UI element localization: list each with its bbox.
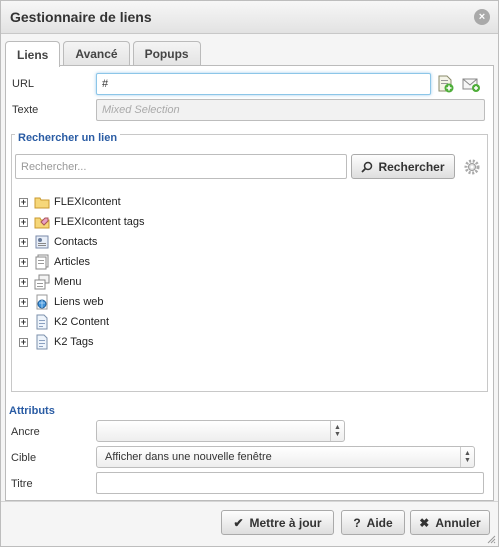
help-button[interactable]: ? Aide — [341, 510, 405, 535]
weblinks-icon — [36, 294, 48, 310]
expand-icon[interactable]: + — [19, 257, 28, 267]
email-link-icon[interactable] — [462, 75, 480, 93]
tree-item-label: FLEXIcontent tags — [54, 216, 145, 228]
tree-item-flexicontent-tags[interactable]: + FLEXIcontent tags — [19, 212, 145, 232]
url-label: URL — [12, 78, 35, 90]
tree-item-weblinks[interactable]: + Liens web — [19, 292, 145, 312]
tab-links[interactable]: Liens — [5, 41, 61, 67]
title-bar[interactable]: Gestionnaire de liens — [1, 1, 498, 34]
update-button[interactable]: ✔ Mettre à jour — [221, 510, 334, 535]
title-label: Titre — [11, 478, 33, 490]
help-button-label: Aide — [366, 515, 393, 530]
tree-item-label: Liens web — [54, 296, 104, 308]
tree-item-label: K2 Tags — [54, 336, 94, 348]
contacts-icon — [35, 235, 49, 249]
cancel-button[interactable]: ✖ Annuler — [410, 510, 490, 535]
tree-item-label: K2 Content — [54, 316, 110, 328]
link-manager-dialog: Gestionnaire de liens × Liens Avancé Pop… — [0, 0, 499, 547]
tree-item-articles[interactable]: + Articles — [19, 252, 145, 272]
gear-icon[interactable] — [463, 158, 481, 176]
browse-file-icon[interactable] — [436, 75, 454, 93]
select-arrows-icon: ▲ ▼ — [330, 421, 344, 441]
search-placeholder: Rechercher... — [21, 160, 87, 173]
select-arrows-icon: ▲ ▼ — [460, 447, 474, 467]
document-icon — [36, 314, 48, 330]
text-placeholder: Mixed Selection — [102, 104, 180, 116]
resize-grip-icon[interactable] — [486, 534, 496, 544]
dialog-title: Gestionnaire de liens — [10, 9, 152, 25]
tab-advanced[interactable]: Avancé — [63, 41, 130, 65]
tree-item-contacts[interactable]: + Contacts — [19, 232, 145, 252]
tree-item-label: Articles — [54, 256, 91, 268]
url-input[interactable]: # — [96, 73, 431, 95]
tree-item-label: FLEXIcontent — [54, 196, 121, 208]
expand-icon[interactable]: + — [19, 217, 28, 227]
expand-icon[interactable]: + — [19, 317, 28, 327]
tab-bar: Liens Avancé Popups — [5, 41, 204, 67]
search-input[interactable]: Rechercher... — [15, 154, 347, 179]
expand-icon[interactable]: + — [19, 197, 28, 207]
question-icon: ? — [353, 515, 361, 530]
link-tree: + FLEXIcontent + FLEXIcontent tags + Con… — [19, 192, 145, 352]
tree-item-flexicontent[interactable]: + FLEXIcontent — [19, 192, 145, 212]
footer-divider — [1, 501, 498, 502]
anchor-select[interactable]: ▲ ▼ — [96, 420, 345, 442]
search-button[interactable]: Rechercher — [351, 154, 455, 179]
target-label: Cible — [11, 452, 37, 464]
tree-item-label: Menu — [54, 276, 82, 288]
tag-folder-icon — [34, 217, 50, 229]
search-legend: Rechercher un lien — [15, 132, 121, 144]
tree-item-k2-tags[interactable]: + K2 Tags — [19, 332, 145, 352]
expand-icon[interactable]: + — [19, 297, 28, 307]
tree-item-label: Contacts — [54, 236, 98, 248]
menu-icon — [34, 274, 50, 290]
update-button-label: Mettre à jour — [249, 515, 322, 530]
articles-icon — [35, 254, 49, 270]
expand-icon[interactable]: + — [19, 237, 28, 247]
tree-item-menu[interactable]: + Menu — [19, 272, 145, 292]
expand-icon[interactable]: + — [19, 337, 28, 347]
expand-icon[interactable]: + — [19, 277, 28, 287]
checkmark-icon: ✔ — [233, 515, 244, 530]
title-input[interactable] — [96, 472, 484, 494]
search-button-label: Rechercher — [378, 159, 445, 174]
text-label: Texte — [12, 104, 39, 116]
tab-popups[interactable]: Popups — [132, 41, 201, 65]
search-icon — [361, 161, 373, 173]
target-value: Afficher dans une nouvelle fenêtre — [105, 451, 272, 463]
url-value: # — [102, 78, 109, 90]
folder-icon — [34, 197, 50, 209]
target-select[interactable]: Afficher dans une nouvelle fenêtre ▲ ▼ — [96, 446, 475, 468]
document-icon — [36, 334, 48, 350]
close-button[interactable]: × — [474, 9, 490, 25]
text-input[interactable]: Mixed Selection — [96, 99, 485, 121]
cross-icon: ✖ — [419, 515, 430, 530]
tree-item-k2-content[interactable]: + K2 Content — [19, 312, 145, 332]
anchor-label: Ancre — [11, 426, 40, 438]
cancel-button-label: Annuler — [435, 515, 481, 530]
attributes-title: Attributs — [9, 405, 55, 417]
